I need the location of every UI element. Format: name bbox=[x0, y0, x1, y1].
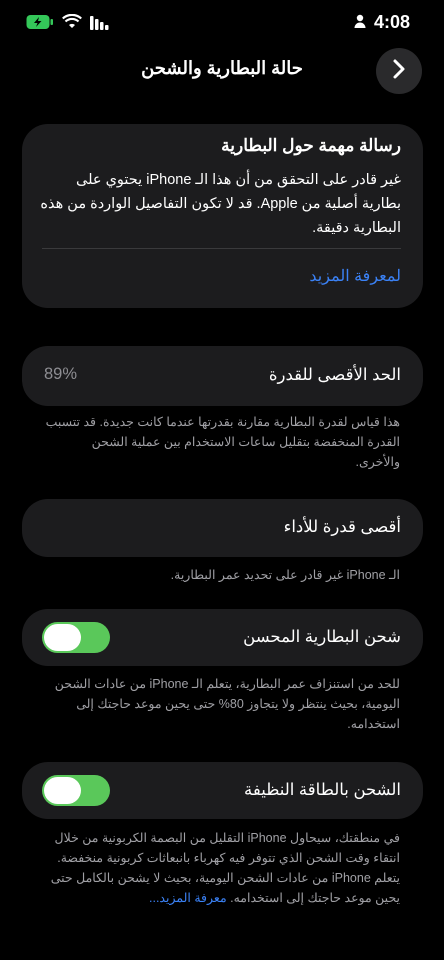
optimized-charging-toggle[interactable] bbox=[42, 622, 110, 653]
optimized-charging-footer: للحد من استنزاف عمر البطارية، يتعلم الـ … bbox=[54, 677, 400, 731]
clean-energy-learn-more-link[interactable]: معرفة المزيد... bbox=[149, 891, 227, 905]
max-capacity-value: 89% bbox=[44, 365, 78, 383]
peak-performance-label: أقصى قدرة للأداء bbox=[283, 518, 401, 536]
max-capacity-footer: هذا قياس لقدرة البطارية مقارنة بقدرتها ع… bbox=[45, 415, 400, 469]
status-bar: 4:08 bbox=[0, 0, 444, 48]
optimized-charging-row: شحن البطارية المحسن bbox=[22, 609, 423, 666]
message-title: رسالة مهمة حول البطارية bbox=[221, 136, 401, 155]
divider bbox=[42, 248, 401, 249]
clean-energy-toggle[interactable] bbox=[42, 775, 110, 806]
clean-energy-row: الشحن بالطاقة النظيفة bbox=[22, 762, 423, 819]
toggle-knob bbox=[44, 624, 81, 651]
chevron-right-icon bbox=[392, 58, 406, 84]
optimized-charging-label: شحن البطارية المحسن bbox=[243, 628, 401, 646]
toggle-knob bbox=[44, 777, 81, 804]
status-time: 4:08 bbox=[373, 12, 410, 32]
message-body: غير قادر على التحقق من أن هذا الـ iPhone… bbox=[40, 172, 401, 236]
back-button[interactable] bbox=[376, 48, 422, 94]
cellular-signal-icon bbox=[90, 15, 110, 34]
peak-performance-footer: الـ iPhone غير قادر على تحديد عمر البطار… bbox=[170, 568, 400, 582]
peak-performance-row: أقصى قدرة للأداء bbox=[22, 499, 423, 557]
battery-message-card: رسالة مهمة حول البطارية غير قادر على الت… bbox=[22, 124, 423, 308]
clean-energy-label: الشحن بالطاقة النظيفة bbox=[244, 781, 401, 799]
person-icon bbox=[354, 13, 366, 32]
battery-charging-icon bbox=[26, 14, 54, 34]
max-capacity-label: الحد الأقصى للقدرة bbox=[268, 366, 401, 384]
clean-energy-footer: في منطقتك، سيحاول iPhone التقليل من البص… bbox=[44, 828, 400, 908]
max-capacity-row: الحد الأقصى للقدرة 89% bbox=[22, 346, 423, 406]
wifi-icon bbox=[62, 13, 82, 34]
learn-more-link[interactable]: لمعرفة المزيد bbox=[309, 266, 401, 286]
